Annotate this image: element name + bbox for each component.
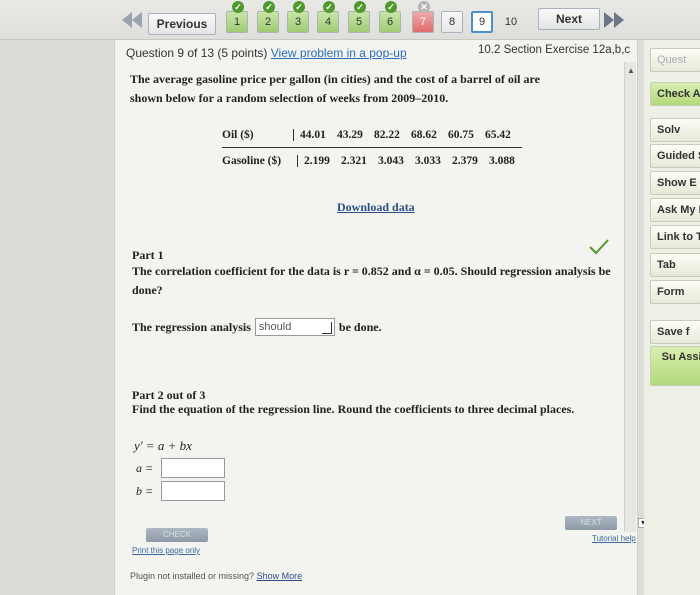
table-cell: 82.22 — [374, 128, 400, 141]
question-6-button[interactable]: 6 — [379, 11, 401, 33]
question-header: Question 9 of 13 (5 points) View problem… — [126, 46, 407, 60]
sidebar-button-form[interactable]: Form — [650, 280, 700, 304]
first-arrow-icon[interactable] — [118, 10, 144, 30]
table-cell: 3.033 — [415, 155, 441, 167]
dropdown-corner-icon — [321, 322, 332, 334]
table-cell: 44.01 — [300, 128, 326, 141]
regression-equation: y' = a + bx — [134, 438, 192, 453]
table-cell: 43.29 — [337, 128, 363, 141]
answer-suffix: be done. — [338, 319, 382, 334]
sidebar-button-tab[interactable]: Tab — [650, 253, 700, 277]
should-dropdown[interactable]: should — [254, 318, 335, 336]
print-link[interactable]: Print this page only — [132, 546, 200, 555]
correct-icon: ✓ — [263, 1, 275, 13]
sidebar-button-link-to-t[interactable]: Link to T — [650, 225, 700, 249]
plugin-message: Plugin not installed or missing? Show Mo… — [130, 571, 302, 581]
sidebar-button-guided-s[interactable]: Guided S — [650, 144, 700, 168]
sidebar-button-ask-my-in[interactable]: Ask My In — [650, 198, 700, 222]
question-10-button[interactable]: 10 — [498, 11, 524, 33]
b-input[interactable] — [161, 481, 226, 501]
question-8-button[interactable]: 8 — [441, 11, 463, 33]
scroll-up-icon[interactable]: ▲ — [625, 66, 637, 76]
next-button[interactable]: Next — [538, 8, 600, 30]
sidebar-button-quest[interactable]: Quest — [650, 48, 700, 72]
incorrect-icon: ✕ — [418, 1, 430, 13]
a-label: a = — [136, 460, 154, 475]
sidebar-button-save-f[interactable]: Save f — [650, 320, 700, 344]
part1-title: Part 1 — [132, 248, 164, 262]
sidebar-button-solv[interactable]: Solv — [650, 118, 700, 142]
correct-icon: ✓ — [323, 1, 335, 13]
popup-link[interactable]: View problem in a pop-up — [271, 46, 407, 60]
sidebar-button-show-e[interactable]: Show E — [650, 171, 700, 195]
scrollbar[interactable]: ▲ — [624, 62, 636, 532]
plugin-text: Plugin not installed or missing? — [130, 571, 255, 581]
table-row: Oil ($) 44.01 43.29 82.22 68.62 60.75 65… — [222, 122, 522, 148]
b-label: b = — [136, 483, 154, 498]
sidebar-button-su-assig[interactable]: Su Assig — [650, 346, 700, 386]
sidebar-button-check-a[interactable]: Check A — [650, 82, 700, 106]
correct-icon: ✓ — [385, 1, 397, 13]
row-label: Gasoline ($) — [222, 155, 282, 167]
question-3-button[interactable]: 3 — [287, 11, 309, 33]
a-coefficient-row: a = — [136, 458, 226, 478]
dropdown-value: should — [258, 321, 292, 333]
check-button[interactable]: CHECK — [146, 528, 208, 542]
correct-icon: ✓ — [354, 1, 366, 13]
table-cell: 65.42 — [485, 128, 511, 141]
table-cell: 68.62 — [411, 128, 437, 141]
last-arrow-icon[interactable] — [602, 10, 628, 30]
question-number: Question 9 of 13 (5 points) — [126, 46, 268, 60]
question-9-button[interactable]: 9 — [471, 11, 493, 33]
b-coefficient-row: b = — [136, 481, 226, 501]
data-table: Oil ($) 44.01 43.29 82.22 68.62 60.75 65… — [222, 122, 526, 174]
a-input[interactable] — [161, 458, 226, 478]
correct-check-icon — [589, 239, 609, 255]
table-cell: 2.199 — [304, 155, 330, 167]
question-2-button[interactable]: 2 — [257, 11, 279, 33]
download-data-link[interactable]: Download data — [337, 200, 415, 215]
previous-button[interactable]: Previous — [148, 13, 216, 35]
table-cell: 2.321 — [341, 155, 367, 167]
question-1-button[interactable]: 1 — [226, 11, 248, 33]
show-more-link[interactable]: Show More — [257, 571, 303, 581]
row-label: Oil ($) — [222, 128, 254, 141]
part1-question: The correlation coefficient for the data… — [132, 264, 611, 297]
table-cell: 3.043 — [378, 155, 404, 167]
question-7-button[interactable]: 7 — [412, 11, 434, 33]
answer-prefix: The regression analysis — [132, 319, 251, 334]
table-cell: 2.379 — [452, 155, 478, 167]
regression-answer-line: The regression analysis should be done. — [132, 318, 382, 336]
question-5-button[interactable]: 5 — [348, 11, 370, 33]
correct-icon: ✓ — [293, 1, 305, 13]
question-prompt: The average gasoline price per gallon (i… — [130, 72, 540, 105]
table-cell: 60.75 — [448, 128, 474, 141]
table-cell: 3.088 — [489, 155, 515, 167]
section-label: 10.2 Section Exercise 12a,b,c — [478, 44, 631, 56]
tutorial-help-link[interactable]: Tutorial help — [592, 534, 636, 543]
part2-question: Find the equation of the regression line… — [132, 402, 575, 416]
correct-icon: ✓ — [232, 1, 244, 13]
question-4-button[interactable]: 4 — [317, 11, 339, 33]
next-part-button[interactable]: NEXT — [565, 516, 617, 530]
table-row: Gasoline ($) 2.199 2.321 3.043 3.033 2.3… — [222, 148, 526, 174]
